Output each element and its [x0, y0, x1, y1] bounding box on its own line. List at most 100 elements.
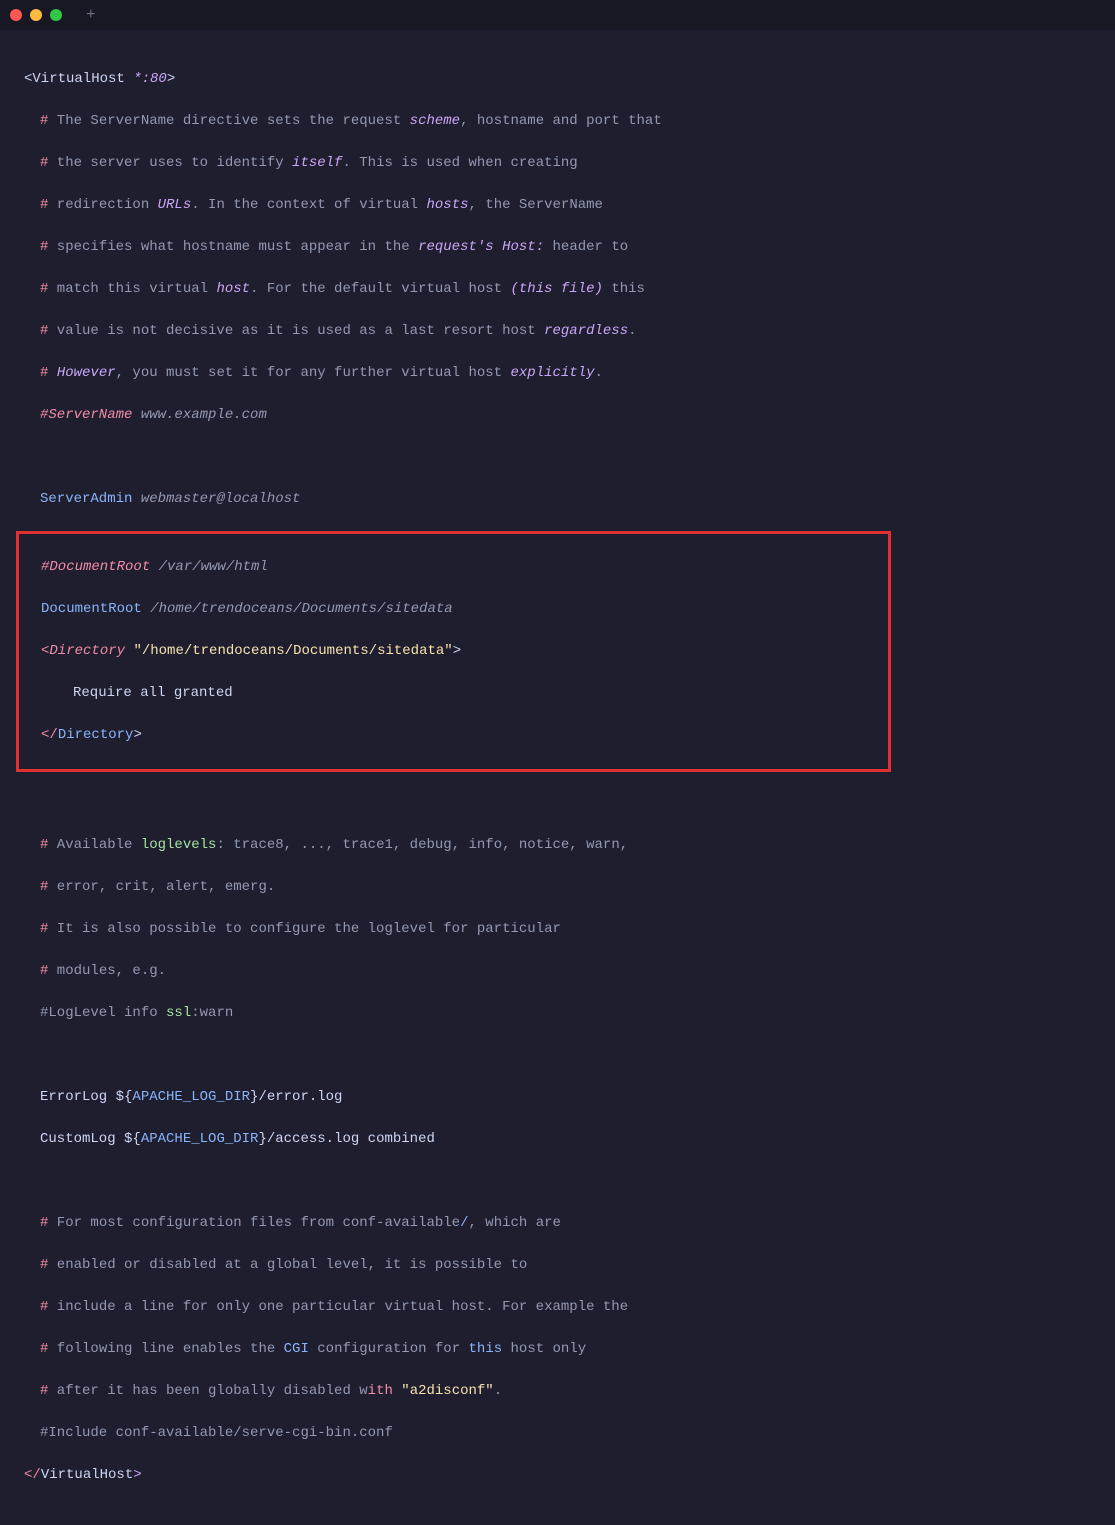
code-line: # match this virtual host. For the defau…: [24, 279, 1091, 300]
comment-text: .: [595, 365, 603, 381]
directive: DocumentRoot: [41, 601, 150, 617]
code-line: #Include conf-available/serve-cgi-bin.co…: [24, 1423, 1091, 1444]
code-line: # error, crit, alert, emerg.: [24, 877, 1091, 898]
comment-text: w: [359, 1383, 367, 1399]
code-line: </VirtualHost>: [24, 1465, 1091, 1486]
tag-name: Directory: [49, 643, 125, 659]
comment-text: configuration for: [309, 1341, 469, 1357]
em: However: [57, 365, 116, 381]
comment-text: For most configuration files from conf-a…: [48, 1215, 460, 1231]
code-line: Require all granted: [25, 683, 882, 704]
directive: ServerAdmin: [40, 491, 141, 507]
code-line: #DocumentRoot /var/www/html: [25, 557, 882, 578]
keyword: loglevels: [141, 837, 217, 853]
domain: www.example.com: [141, 407, 267, 423]
variable: APACHE_LOG_DIR: [141, 1131, 259, 1147]
hash-icon: #: [40, 1383, 48, 1399]
hash-icon: #: [40, 1257, 48, 1273]
code-line: # For most configuration files from conf…: [24, 1213, 1091, 1234]
keyword: CGI: [284, 1341, 309, 1357]
em: explicitly: [511, 365, 595, 381]
directive: CustomLog ${: [40, 1131, 141, 1147]
comment-directive: #LogLevel info: [40, 1005, 166, 1021]
email: webmaster@localhost: [141, 491, 301, 507]
minimize-window-button[interactable]: [30, 9, 42, 21]
code-line: <Directory "/home/trendoceans/Documents/…: [25, 641, 882, 662]
hash-icon: #: [40, 1215, 48, 1231]
hash-icon: #: [40, 963, 48, 979]
hash-icon: #: [40, 1341, 48, 1357]
keyword: ith: [368, 1383, 393, 1399]
traffic-lights: [10, 9, 62, 21]
comment-text: .: [628, 323, 636, 339]
comment-directive: #Include conf-available/serve-cgi-bin.co…: [40, 1425, 393, 1441]
comment-text: include a line for only one particular v…: [48, 1299, 628, 1315]
code-line: DocumentRoot /home/trendoceans/Documents…: [25, 599, 882, 620]
blank-line: [24, 447, 1091, 468]
code-line: # However, you must set it for any furth…: [24, 363, 1091, 384]
tag-close: >: [133, 727, 141, 743]
comment-text: modules, e.g.: [48, 963, 166, 979]
close-window-button[interactable]: [10, 9, 22, 21]
path: }/access.log combined: [258, 1131, 434, 1147]
comment-text: The ServerName directive sets the reques…: [48, 113, 409, 129]
highlight-region: #DocumentRoot /var/www/html DocumentRoot…: [16, 531, 891, 772]
code-line: # modules, e.g.: [24, 961, 1091, 982]
code-line: #ServerName www.example.com: [24, 405, 1091, 426]
space: [393, 1383, 401, 1399]
code-line: CustomLog ${APACHE_LOG_DIR}/access.log c…: [24, 1129, 1091, 1150]
em: itself: [292, 155, 342, 171]
path: }/error.log: [250, 1089, 342, 1105]
hash-icon: #: [40, 837, 48, 853]
comment-text: , the ServerName: [469, 197, 603, 213]
comment-text: , you must set it for any further virtua…: [116, 365, 511, 381]
code-line: # Available loglevels: trace8, ..., trac…: [24, 835, 1091, 856]
code-line: <VirtualHost *:80>: [24, 69, 1091, 90]
comment-text: this: [603, 281, 645, 297]
em: (this file): [511, 281, 603, 297]
code-editor[interactable]: <VirtualHost *:80> # The ServerName dire…: [0, 30, 1115, 1525]
code-line: # The ServerName directive sets the requ…: [24, 111, 1091, 132]
comment-text: specifies what hostname must appear in t…: [48, 239, 418, 255]
tag-close: >: [453, 643, 461, 659]
blank-line: [24, 793, 1091, 814]
maximize-window-button[interactable]: [50, 9, 62, 21]
keyword: ssl: [166, 1005, 191, 1021]
port: *:80: [133, 71, 167, 87]
code-line: #LogLevel info ssl:warn: [24, 1003, 1091, 1024]
tag-name: Directory: [58, 727, 134, 743]
comment-text: error, crit, alert, emerg.: [48, 879, 275, 895]
em: host: [216, 281, 250, 297]
tag-close-open: </: [41, 727, 58, 743]
em: hosts: [426, 197, 468, 213]
hash-icon: #: [40, 879, 48, 895]
hash-icon: #: [40, 921, 48, 937]
comment-text: It is also possible to configure the log…: [48, 921, 560, 937]
comment-text: : trace8, ..., trace1, debug, info, noti…: [216, 837, 628, 853]
em: regardless: [544, 323, 628, 339]
comment-text: .: [494, 1383, 502, 1399]
comment-text: Available: [48, 837, 140, 853]
code-line: # include a line for only one particular…: [24, 1297, 1091, 1318]
comment-directive: #ServerName: [40, 407, 141, 423]
keyword: this: [469, 1341, 503, 1357]
comment-text: , which are: [468, 1215, 560, 1231]
directive: ErrorLog ${: [40, 1089, 132, 1105]
code-line: # the server uses to identify itself. Th…: [24, 153, 1091, 174]
hash-icon: #: [40, 1299, 48, 1315]
comment-text: header to: [544, 239, 628, 255]
comment-text: value is not decisive as it is used as a…: [48, 323, 544, 339]
directive: Require all granted: [73, 685, 233, 701]
blank-line: [24, 1171, 1091, 1192]
string: "a2disconf": [401, 1383, 493, 1399]
tag-close-open: </: [24, 1467, 41, 1483]
tag-name: VirtualHost: [41, 1467, 133, 1483]
comment-text: after it has been globally disabled: [48, 1383, 359, 1399]
code-line: # value is not decisive as it is used as…: [24, 321, 1091, 342]
path: /var/www/html: [159, 559, 268, 575]
code-line: # specifies what hostname must appear in…: [24, 237, 1091, 258]
code-line: # enabled or disabled at a global level,…: [24, 1255, 1091, 1276]
new-tab-button[interactable]: +: [86, 3, 96, 27]
blank-line: [24, 1045, 1091, 1066]
path: /home/trendoceans/Documents/sitedata: [150, 601, 452, 617]
